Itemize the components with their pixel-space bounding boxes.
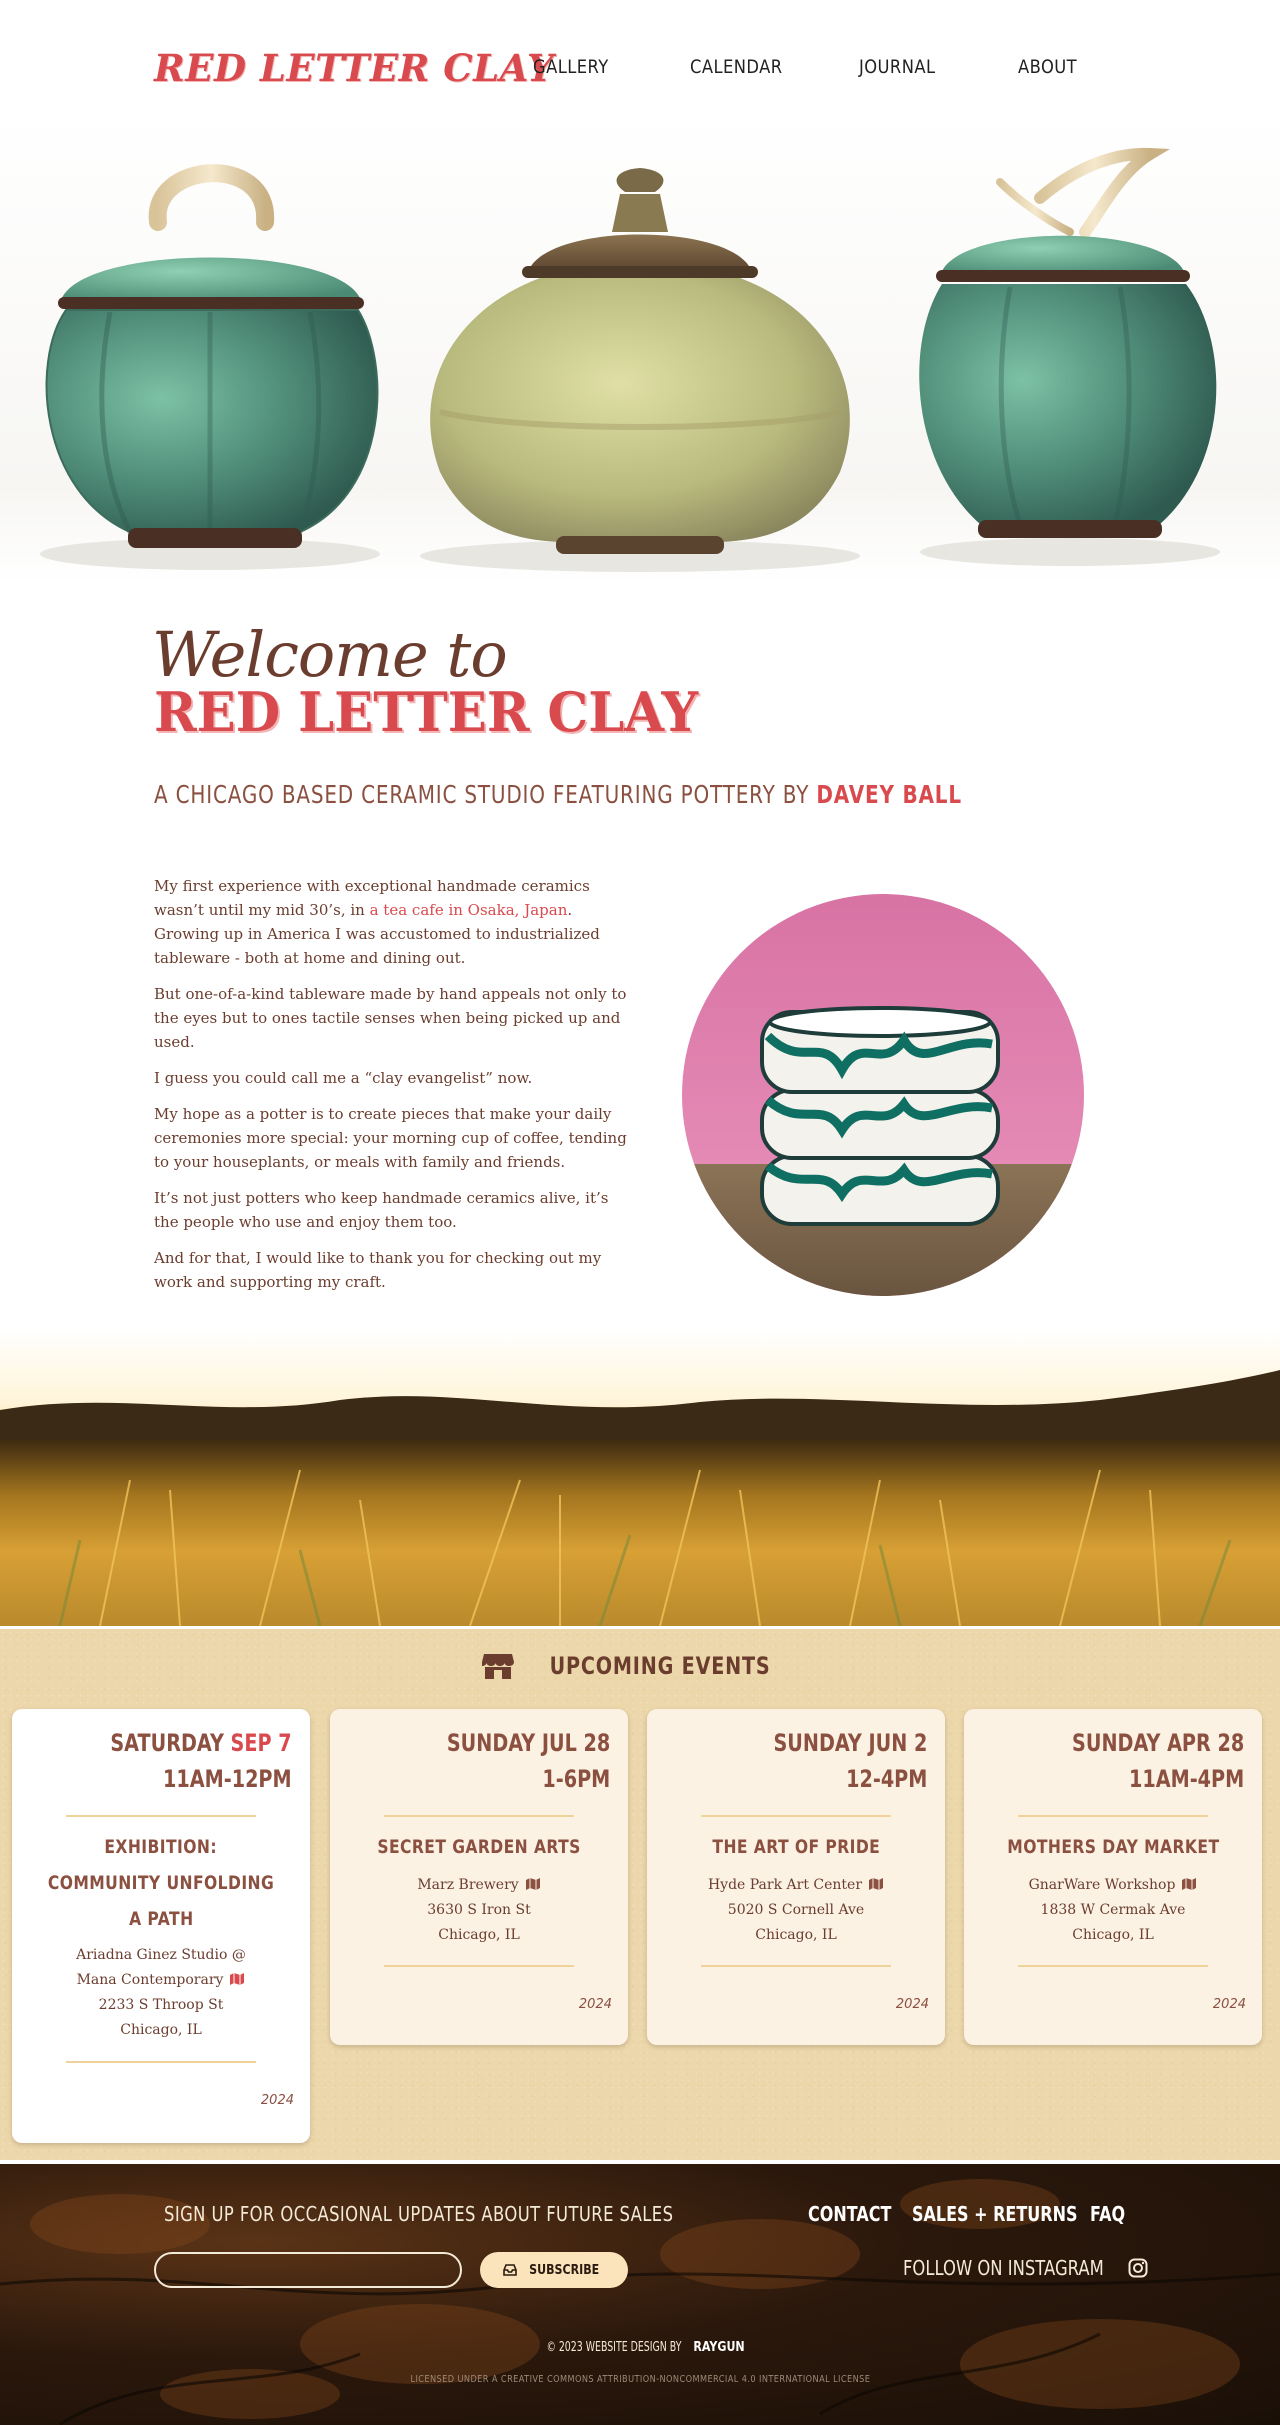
event-venue: Marz Brewery 3630 S Iron St Chicago, IL [330,1873,628,1948]
divider [1018,1815,1208,1817]
nav-about[interactable]: ABOUT [1018,56,1077,78]
divider [384,1965,574,1967]
intro-text: My first experience with exceptional han… [154,874,632,1306]
inbox-icon [503,2264,517,2276]
divider [1018,1965,1208,1967]
intro-paragraph: But one-of-a-kind tableware made by hand… [154,985,627,1051]
nav-calendar[interactable]: CALENDAR [690,56,783,78]
event-venue: Hyde Park Art Center 5020 S Cornell Ave … [647,1873,945,1948]
nav-gallery[interactable]: GALLERY [533,56,609,78]
site-header: RED LETTER CLAY GALLERY CALENDAR JOURNAL… [0,0,1280,120]
event-date: SATURDAY SEP 7 11AM-12PM [110,1729,292,1793]
site-footer: SIGN UP FOR OCCASIONAL UPDATES ABOUT FUT… [0,2160,1280,2425]
license-text: LICENSED UNDER A CREATIVE COMMONS ATTRIB… [410,2374,870,2385]
osaka-cafe-link[interactable]: a tea cafe in Osaka, Japan [370,901,568,919]
event-time: 11AM-12PM [163,1765,292,1793]
event-venue: Ariadna Ginez Studio @ Mana Contemporary… [76,1947,246,2038]
tagline-text: A CHICAGO BASED CERAMIC STUDIO FEATURING… [154,780,817,809]
event-date: SUNDAY JUN 2 12-4PM [773,1729,927,1793]
event-name: MOTHERS DAY MARKET [1006,1836,1220,1858]
event-name: EXHIBITION: COMMUNITY UNFOLDING A PATH [47,1836,275,1930]
instagram-icon [1128,2258,1148,2278]
intro-paragraph: I guess you could call me a “clay evange… [154,1069,533,1087]
event-name: SECRET GARDEN ARTS [377,1836,581,1858]
event-year: 2024 [895,1997,929,2012]
divider [66,2061,256,2063]
tagline: A CHICAGO BASED CERAMIC STUDIO FEATURING… [154,780,962,809]
intro-paragraph: My first experience with exceptional han… [154,877,600,967]
event-card[interactable]: SUNDAY APR 28 11AM-4PM MOTHERS DAY MARKE… [964,1709,1262,2045]
events-title: UPCOMING EVENTS [550,1652,772,1680]
stacked-bowls-photo [682,894,1084,1296]
divider [66,1815,256,1817]
event-date: SUNDAY JUL 28 1-6PM [446,1729,610,1793]
follow-text: FOLLOW ON INSTAGRAM [903,2256,1104,2280]
hero-pottery-image [0,112,1280,582]
event-time: 11AM-4PM [1128,1765,1244,1793]
storefront-icon [482,1654,515,1679]
tagline-artist: DAVEY BALL [816,780,962,809]
divider [384,1815,574,1817]
nav-journal[interactable]: JOURNAL [859,56,936,78]
event-year: 2024 [578,1997,612,2012]
grass-field-image [0,1330,1280,1626]
event-card[interactable]: SUNDAY JUN 2 12-4PM THE ART OF PRIDE Hyd… [647,1709,945,2045]
events-heading: UPCOMING EVENTS [0,1651,1280,1681]
subscribe-button[interactable]: SUBSCRIBE [480,2252,628,2288]
event-card[interactable]: SUNDAY JUL 28 1-6PM SECRET GARDEN ARTS M… [330,1709,628,2045]
footer-link-faq[interactable]: FAQ [1090,2202,1125,2226]
upcoming-events-section: UPCOMING EVENTS SATURDAY SEP 7 11AM-12PM… [0,1626,1280,2160]
map-icon[interactable] [229,1973,245,1985]
footer-link-sales-returns[interactable]: SALES + RETURNS [912,2202,1078,2226]
event-card[interactable]: SATURDAY SEP 7 11AM-12PM EXHIBITION: COM… [12,1709,310,2143]
divider [701,1965,891,1967]
intro-paragraph: And for that, I would like to thank you … [154,1249,602,1291]
footer-link-contact[interactable]: CONTACT [808,2202,891,2226]
map-icon[interactable] [525,1878,541,1890]
subscribe-label: SUBSCRIBE [528,2262,600,2278]
designer-link[interactable]: RAYGUN [694,2340,745,2355]
event-time: 1-6PM [542,1765,610,1793]
event-name: THE ART OF PRIDE [712,1836,880,1858]
welcome-brand: RED LETTER CLAY [154,680,699,744]
copyright: © 2023 WEBSITE DESIGN BY RAYGUN [546,2340,746,2355]
intro-paragraph: My hope as a potter is to create pieces … [154,1105,627,1171]
event-year: 2024 [260,2093,294,2108]
email-input[interactable] [154,2252,462,2288]
event-year: 2024 [1212,1997,1246,2012]
map-icon[interactable] [1181,1878,1197,1890]
event-time: 12-4PM [845,1765,927,1793]
map-icon[interactable] [868,1878,884,1890]
instagram-follow-link[interactable]: FOLLOW ON INSTAGRAM [903,2256,1148,2280]
intro-paragraph: It’s not just potters who keep handmade … [154,1189,609,1231]
divider [701,1815,891,1817]
event-date: SUNDAY APR 28 11AM-4PM [1071,1729,1244,1793]
event-venue: GnarWare Workshop 1838 W Cermak Ave Chic… [964,1873,1262,1948]
signup-label: SIGN UP FOR OCCASIONAL UPDATES ABOUT FUT… [164,2202,674,2226]
site-logo[interactable]: RED LETTER CLAY [154,46,554,90]
